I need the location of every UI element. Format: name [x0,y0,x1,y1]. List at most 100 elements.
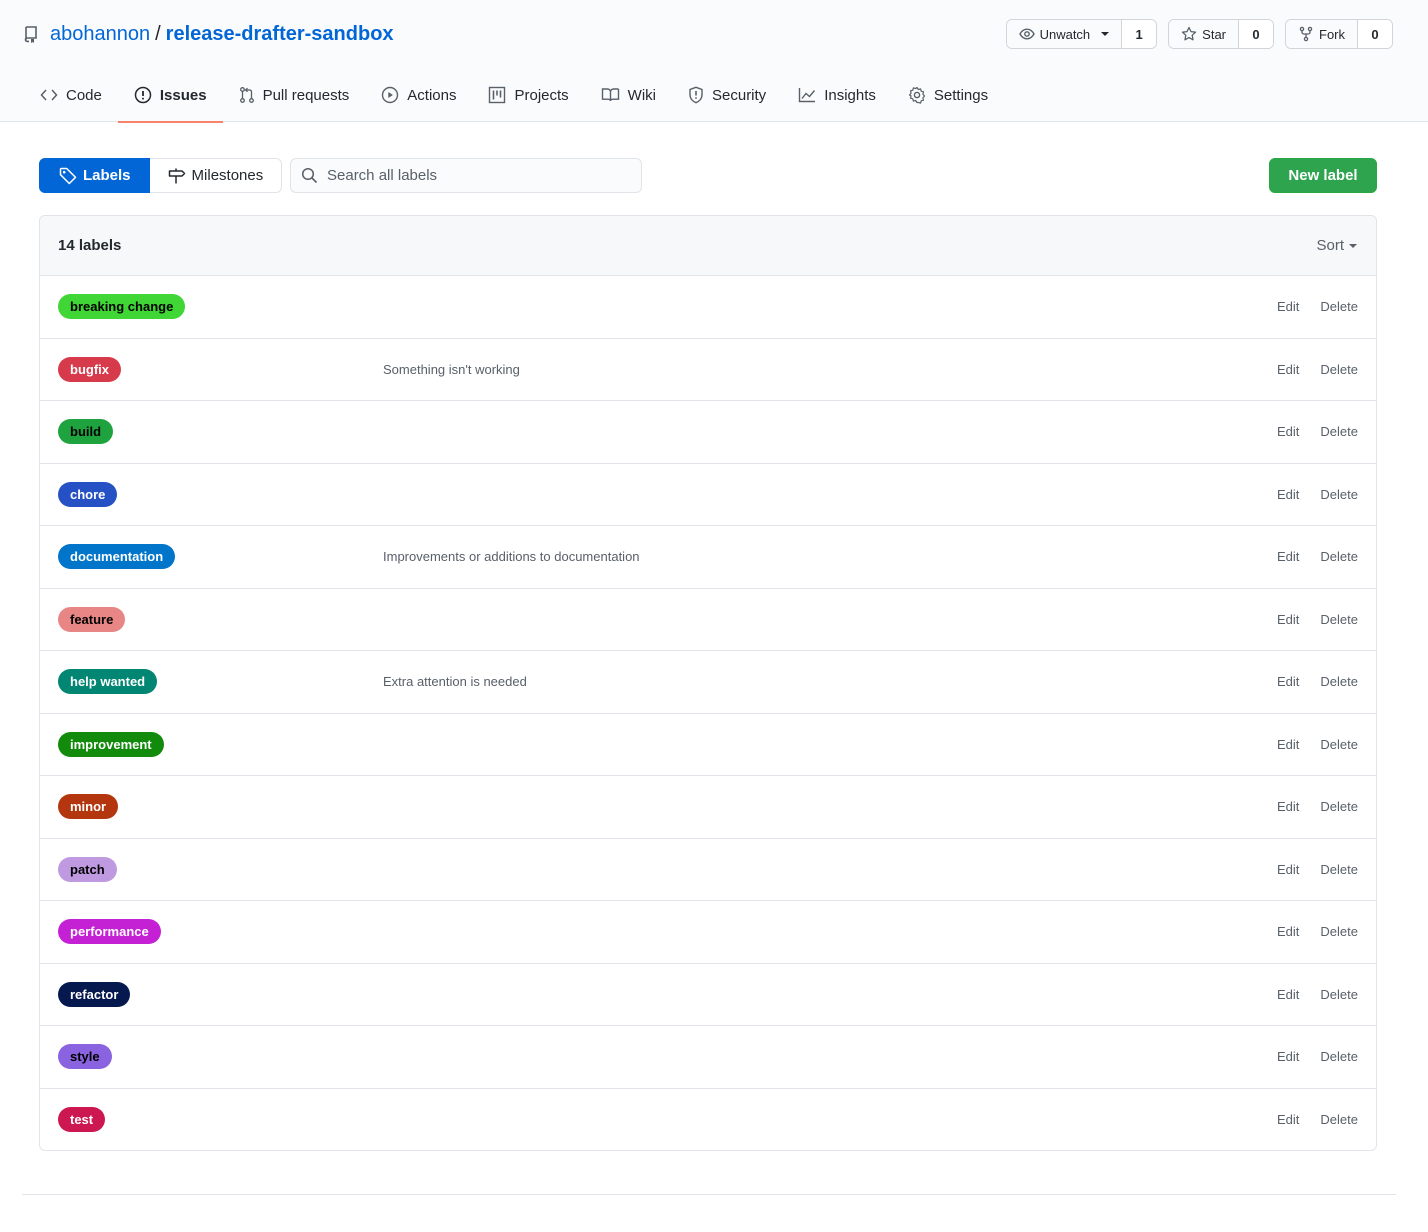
tab-pull-requests[interactable]: Pull requests [223,68,366,122]
new-label-button[interactable]: New label [1269,158,1377,193]
label-actions: Edit Delete [1277,487,1358,502]
label-pill[interactable]: test [58,1107,106,1133]
label-pill[interactable]: bugfix [58,356,121,382]
delete-label-button[interactable]: Delete [1320,1049,1358,1064]
tab-settings[interactable]: Settings [892,68,1004,122]
label-pill[interactable]: minor [58,794,119,820]
label-pill[interactable]: style [58,1044,112,1070]
label-row: patch Edit Delete [40,839,1376,901]
labels-list-header: 14 labels Sort [40,216,1376,276]
label-pill[interactable]: chore [58,481,118,507]
labels-tab[interactable]: Labels [39,158,150,193]
sort-dropdown[interactable]: Sort [1316,237,1357,254]
edit-label-button[interactable]: Edit [1277,799,1299,814]
label-actions: Edit Delete [1277,924,1358,939]
delete-label-button[interactable]: Delete [1320,549,1358,564]
label-search [290,158,642,193]
label-rows: breaking change Edit Delete bugfix Something… [40,276,1376,1151]
edit-label-button[interactable]: Edit [1277,1112,1299,1127]
star-label: Star [1202,26,1226,42]
delete-label-button[interactable]: Delete [1320,299,1358,314]
tab-insights[interactable]: Insights [782,68,892,122]
milestone-icon [168,168,185,183]
edit-label-button[interactable]: Edit [1277,862,1299,877]
delete-label-button[interactable]: Delete [1320,612,1358,627]
repo-owner-link[interactable]: abohannon [50,23,150,46]
delete-label-button[interactable]: Delete [1320,924,1358,939]
fork-button[interactable]: Fork [1286,20,1358,48]
edit-label-button[interactable]: Edit [1277,987,1299,1002]
edit-label-button[interactable]: Edit [1277,1049,1299,1064]
watch-button-group: Unwatch 1 [1005,19,1158,49]
delete-label-button[interactable]: Delete [1320,862,1358,877]
tab-security[interactable]: Security [672,68,782,122]
label-row: test Edit Delete [40,1089,1376,1151]
label-pill[interactable]: help wanted [58,669,158,695]
delete-label-button[interactable]: Delete [1320,362,1358,377]
edit-label-button[interactable]: Edit [1277,424,1299,439]
label-pill[interactable]: refactor [58,981,131,1007]
search-input[interactable] [327,167,627,184]
subnav-links: Labels Milestones [39,158,283,193]
label-actions: Edit Delete [1277,1112,1358,1127]
label-actions: Edit Delete [1277,987,1358,1002]
label-row: minor Edit Delete [40,776,1376,839]
tab-wiki[interactable]: Wiki [585,68,672,122]
tab-code[interactable]: Code [24,68,118,122]
label-actions: Edit Delete [1277,299,1358,314]
edit-label-button[interactable]: Edit [1277,299,1299,314]
edit-label-button[interactable]: Edit [1277,362,1299,377]
edit-label-button[interactable]: Edit [1277,737,1299,752]
label-pill[interactable]: documentation [58,544,176,570]
label-row: refactor Edit Delete [40,964,1376,1026]
fork-count[interactable]: 0 [1358,20,1392,48]
search-icon [301,167,318,184]
label-row: feature Edit Delete [40,589,1376,651]
delete-label-button[interactable]: Delete [1320,987,1358,1002]
label-row: build Edit Delete [40,401,1376,464]
watch-button[interactable]: Unwatch [1006,20,1123,48]
label-actions: Edit Delete [1277,612,1358,627]
edit-label-button[interactable]: Edit [1277,924,1299,939]
delete-label-button[interactable]: Delete [1320,674,1358,689]
tab-projects[interactable]: Projects [472,68,584,122]
repo-actions: Unwatch 1 Star 0 Fork 0 [1005,19,1393,49]
label-pill[interactable]: feature [58,606,126,632]
edit-label-button[interactable]: Edit [1277,612,1299,627]
book-icon [601,88,619,102]
label-pill[interactable]: improvement [58,731,164,757]
delete-label-button[interactable]: Delete [1320,424,1358,439]
star-button[interactable]: Star [1169,20,1239,48]
edit-label-button[interactable]: Edit [1277,674,1299,689]
milestones-tab-label: Milestones [191,167,264,184]
label-actions: Edit Delete [1277,737,1358,752]
label-row: bugfix Something isn't working Edit Delete [40,339,1376,401]
label-actions: Edit Delete [1277,424,1358,439]
delete-label-button[interactable]: Delete [1320,737,1358,752]
labels-subnav: Labels Milestones New label [39,158,1377,193]
label-row: documentation Improvements or additions t… [40,526,1376,589]
edit-label-button[interactable]: Edit [1277,487,1299,502]
star-count[interactable]: 0 [1239,20,1273,48]
project-icon [489,86,506,104]
label-pill[interactable]: breaking change [58,294,186,320]
delete-label-button[interactable]: Delete [1320,799,1358,814]
repo-name-link[interactable]: release-drafter-sandbox [166,23,394,46]
labels-count: 14 labels [58,237,122,254]
tab-actions[interactable]: Actions [365,68,472,122]
delete-label-button[interactable]: Delete [1320,487,1358,502]
code-icon [40,89,58,101]
label-actions: Edit Delete [1277,674,1358,689]
repo-icon [24,25,40,43]
milestones-tab[interactable]: Milestones [149,158,283,193]
footer-divider [22,1194,1396,1195]
label-pill[interactable]: patch [58,856,117,882]
label-pill[interactable]: build [58,419,114,445]
watch-count[interactable]: 1 [1122,20,1157,48]
tag-icon [59,167,77,184]
delete-label-button[interactable]: Delete [1320,1112,1358,1127]
tab-settings-label: Settings [933,86,989,104]
label-pill[interactable]: performance [58,919,161,945]
edit-label-button[interactable]: Edit [1277,549,1299,564]
tab-issues[interactable]: Issues [117,68,223,123]
